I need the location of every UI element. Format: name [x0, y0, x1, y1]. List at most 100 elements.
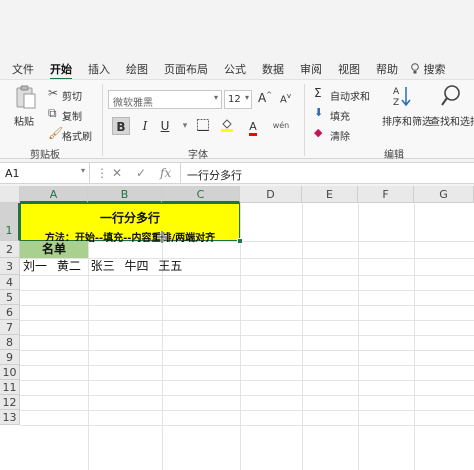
- bold-button[interactable]: B: [112, 117, 130, 135]
- phonetic-guide-button[interactable]: wén: [272, 117, 290, 135]
- column-header-e[interactable]: E: [302, 186, 358, 203]
- row-header-4[interactable]: 4: [0, 275, 20, 290]
- gridline: [20, 395, 474, 396]
- font-color-icon: A: [249, 121, 257, 136]
- cell-a1-merged[interactable]: 一行分多行 方法：开始--填充--内容重排/两端对齐: [20, 203, 240, 244]
- cell-a1-title: 一行分多行: [99, 211, 160, 225]
- font-name-dropdown[interactable]: 微软雅黑 ▾: [108, 90, 222, 109]
- row-header-11[interactable]: 11: [0, 380, 20, 395]
- group-divider: [304, 84, 305, 156]
- row-header-5[interactable]: 5: [0, 290, 20, 305]
- gridline: [414, 203, 415, 470]
- sigma-icon[interactable]: Σ: [314, 86, 322, 100]
- menu-data[interactable]: 数据: [262, 61, 284, 77]
- italic-icon: I: [142, 119, 148, 133]
- fill-handle[interactable]: [237, 238, 243, 244]
- column-header-f[interactable]: F: [358, 186, 414, 203]
- fill-label[interactable]: 填充: [330, 108, 350, 123]
- row-header-7[interactable]: 7: [0, 320, 20, 335]
- enter-icon[interactable]: ✓: [136, 166, 146, 180]
- borders-button[interactable]: [194, 117, 212, 135]
- autosum-label[interactable]: 自动求和: [330, 88, 370, 103]
- font-group-label: 字体: [188, 150, 208, 161]
- lightbulb-icon: [411, 63, 419, 74]
- menu-view[interactable]: 视图: [338, 61, 360, 77]
- editing-group-label: 编辑: [384, 150, 404, 161]
- gridline: [20, 275, 474, 276]
- paste-label[interactable]: 粘贴: [14, 113, 34, 128]
- find-select-label[interactable]: 查找和选择: [430, 113, 474, 128]
- chevron-down-icon: ▾: [244, 93, 249, 102]
- row-header-2[interactable]: 2: [0, 241, 20, 258]
- menu-draw[interactable]: 绘图: [126, 61, 148, 77]
- phonetic-icon: wén: [272, 121, 290, 130]
- menu-home[interactable]: 开始: [50, 61, 72, 80]
- cut-label[interactable]: 剪切: [62, 88, 82, 103]
- insert-function-icon[interactable]: fx: [160, 166, 171, 180]
- row-header-12[interactable]: 12: [0, 395, 20, 410]
- menu-file[interactable]: 文件: [12, 61, 34, 77]
- font-color-button[interactable]: A: [244, 117, 262, 136]
- chevron-down-icon: ▾: [213, 93, 218, 102]
- find-select-icon[interactable]: [440, 84, 462, 111]
- worksheet-grid[interactable]: A B C D E F G 1 2 3 4 5 6 7 8 9 10 11 12…: [0, 186, 474, 470]
- fill-down-icon[interactable]: ⬇: [314, 106, 323, 119]
- gridline: [20, 305, 474, 306]
- name-box[interactable]: A1 ▾: [0, 163, 90, 183]
- menu-formulas[interactable]: 公式: [224, 61, 246, 77]
- svg-text:A: A: [393, 87, 400, 97]
- cell-a3[interactable]: 刘一 黄二 张三 牛四 王五: [23, 258, 182, 275]
- column-header-b[interactable]: B: [88, 186, 162, 203]
- gridline: [20, 350, 474, 351]
- more-icon[interactable]: ⋮: [96, 166, 108, 180]
- row-header-6[interactable]: 6: [0, 305, 20, 320]
- cell-a2[interactable]: 名单: [20, 241, 88, 258]
- format-painter-icon[interactable]: 🖌: [48, 126, 63, 140]
- menu-help[interactable]: 帮助: [376, 61, 398, 77]
- underline-button[interactable]: U: [156, 117, 174, 135]
- clipboard-group-label: 剪贴板: [30, 150, 60, 161]
- column-header-d[interactable]: D: [240, 186, 302, 203]
- column-header-c[interactable]: C: [162, 186, 240, 203]
- gridline: [20, 320, 474, 321]
- italic-button[interactable]: I: [136, 117, 154, 135]
- font-size-dropdown[interactable]: 12 ▾: [224, 90, 252, 109]
- menu-page-layout[interactable]: 页面布局: [164, 61, 208, 77]
- increase-font-icon[interactable]: A^: [258, 91, 272, 105]
- eraser-icon[interactable]: ◆: [314, 126, 322, 139]
- scissors-icon[interactable]: ✂: [48, 86, 58, 100]
- sort-filter-label[interactable]: 排序和筛选: [382, 113, 432, 128]
- column-header-a[interactable]: A: [20, 186, 88, 203]
- sort-filter-icon[interactable]: AZ: [392, 84, 414, 111]
- gridline: [20, 410, 474, 411]
- search-button[interactable]: 搜索: [410, 61, 446, 77]
- gridline: [20, 335, 474, 336]
- paste-icon[interactable]: [14, 84, 38, 113]
- underline-dropdown-button[interactable]: ▾: [176, 117, 194, 135]
- row-header-3[interactable]: 3: [0, 258, 20, 275]
- formula-input[interactable]: 一行分多行: [180, 163, 474, 183]
- paint-bucket-icon: [221, 119, 233, 132]
- row-header-1[interactable]: 1: [0, 203, 20, 241]
- gridline: [20, 365, 474, 366]
- formula-bar: A1 ▾ ⋮ ✕ ✓ fx 一行分多行: [0, 162, 474, 184]
- clear-label[interactable]: 清除: [330, 128, 350, 143]
- menu-review[interactable]: 审阅: [300, 61, 322, 77]
- decrease-font-icon[interactable]: Av: [280, 92, 291, 105]
- name-box-value: A1: [5, 167, 20, 180]
- fill-color-button[interactable]: [218, 117, 236, 135]
- column-header-g[interactable]: G: [414, 186, 474, 203]
- row-header-10[interactable]: 10: [0, 365, 20, 380]
- row-header-13[interactable]: 13: [0, 410, 20, 425]
- format-painter-label[interactable]: 格式刷: [62, 128, 92, 143]
- copy-icon[interactable]: ⧉: [48, 106, 57, 121]
- cancel-icon[interactable]: ✕: [112, 166, 122, 180]
- underline-icon: U: [160, 119, 170, 133]
- row-header-8[interactable]: 8: [0, 335, 20, 350]
- gridline: [20, 425, 474, 426]
- select-all-corner[interactable]: [0, 186, 20, 203]
- copy-label[interactable]: 复制: [62, 108, 82, 123]
- menu-insert[interactable]: 插入: [88, 61, 110, 77]
- font-size-value: 12: [228, 94, 241, 105]
- row-header-9[interactable]: 9: [0, 350, 20, 365]
